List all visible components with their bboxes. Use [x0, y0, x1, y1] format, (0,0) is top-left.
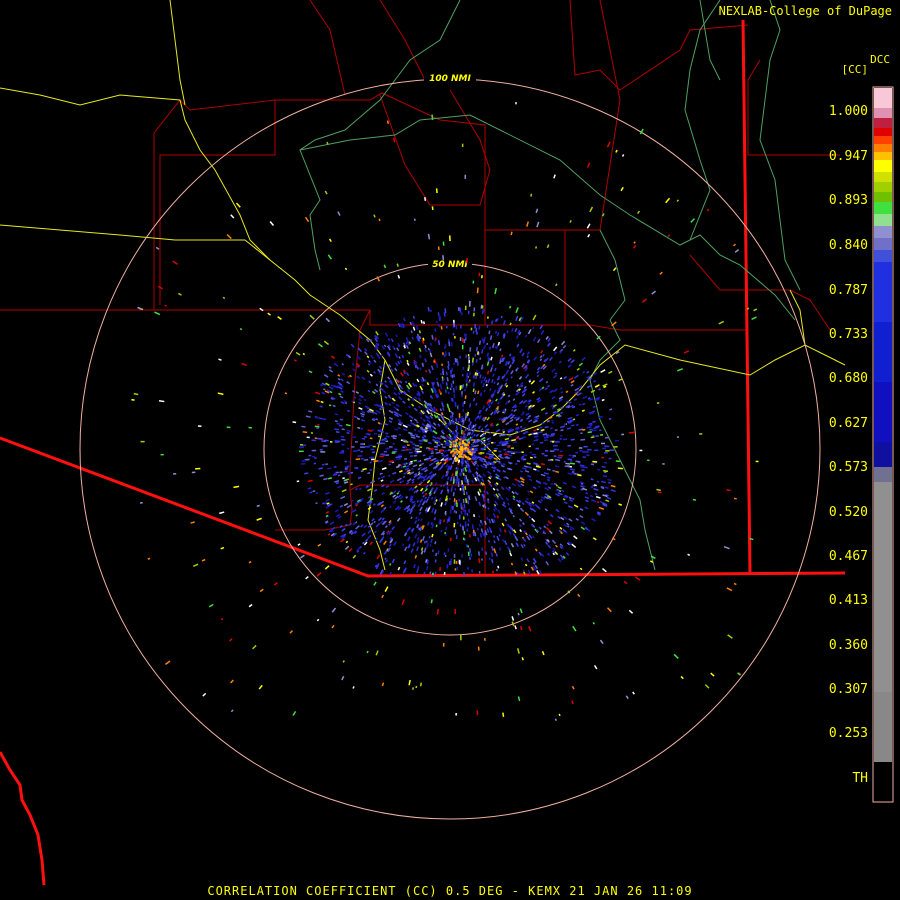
ring-label-100: 100 NMI: [429, 74, 471, 84]
color-bar: [872, 86, 894, 803]
colorbar-label: TH: [852, 771, 868, 786]
colorbar-label: 0.520: [828, 505, 868, 520]
colorbar-label: 0.307: [828, 682, 868, 697]
colorbar-label: 0.680: [828, 371, 868, 386]
colorbar-label: 0.733: [828, 327, 868, 342]
ring-label-50: 50 NMI: [432, 260, 468, 270]
county-borders: [0, 0, 840, 575]
colorbar-label: 0.360: [828, 638, 868, 653]
colorbar-label: 1.000: [828, 104, 868, 119]
state-borders: [0, 19, 846, 886]
colorbar-label: 0.947: [828, 149, 868, 164]
credit-label: NEXLAB-College of DuPage: [718, 4, 892, 18]
colorbar-label: 0.787: [828, 283, 868, 298]
radar-returns: [131, 102, 759, 721]
colorbar-label: 0.467: [828, 549, 868, 564]
colorbar-code: DCC: [870, 53, 890, 66]
range-rings: [79, 78, 821, 820]
colorbar-swatches: [874, 88, 892, 762]
colorbar-label: 0.627: [828, 416, 868, 431]
colorbar-label: 0.573: [828, 460, 868, 475]
radar-map: 100 NMI 50 NMI: [0, 0, 894, 886]
colorbar-label: 0.413: [828, 593, 868, 608]
colorbar-unit: [CC]: [841, 63, 869, 76]
product-title: CORRELATION COEFFICIENT (CC) 0.5 DEG - K…: [207, 884, 693, 898]
colorbar-label: 0.893: [828, 193, 868, 208]
colorbar-label: 0.253: [828, 726, 868, 741]
colorbar-label: 0.840: [828, 238, 868, 253]
